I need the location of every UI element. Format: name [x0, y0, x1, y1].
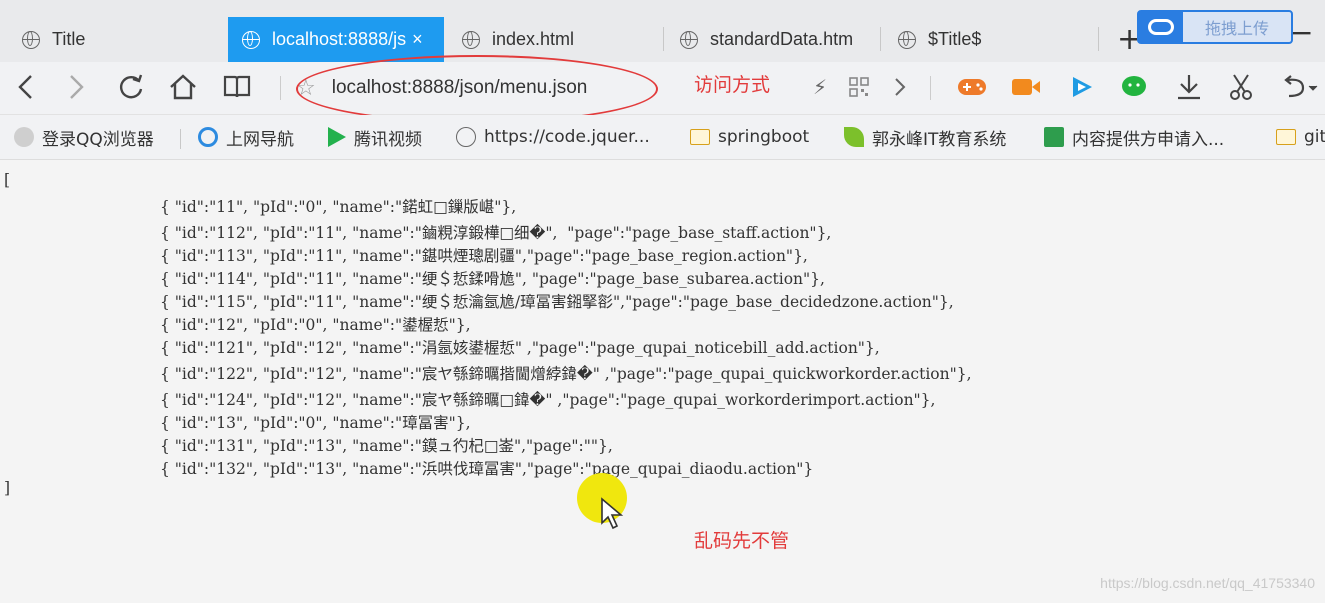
globe-icon: [242, 30, 260, 49]
bookmark-label: https://code.jquer...: [484, 127, 650, 147]
json-line: { "id":"121", "pId":"12", "name":"涓氬姟鍙楃悊…: [160, 339, 880, 357]
minimize-button[interactable]: −: [1290, 16, 1313, 49]
toolbar-divider: [930, 76, 931, 100]
tab-divider: [880, 27, 881, 51]
home-icon[interactable]: [166, 72, 200, 102]
garbled-note-annotation: 乱码先不管: [694, 530, 790, 552]
upload-label: 拖拽上传: [1204, 19, 1269, 38]
leaf-icon: [844, 127, 864, 147]
folder-icon: [690, 129, 710, 145]
book-icon: [1044, 127, 1064, 147]
refresh-icon[interactable]: [114, 72, 148, 102]
bookmark-label: 登录QQ浏览器: [42, 129, 154, 150]
access-method-annotation: 访问方式: [694, 74, 771, 96]
tencent-video-icon: [328, 127, 346, 147]
close-icon[interactable]: ×: [412, 29, 423, 50]
json-close-bracket: ]: [4, 479, 11, 497]
bookmark-label: 上网导航: [226, 129, 294, 150]
json-line: { "id":"122", "pId":"12", "name":"宸ヤ綔鍗曞揩…: [160, 365, 972, 383]
json-open-bracket: [: [4, 171, 11, 189]
globe-icon: [22, 30, 40, 49]
mouse-pointer-icon: [601, 497, 624, 530]
globe-icon: [456, 127, 476, 147]
back-icon[interactable]: [10, 72, 40, 102]
tab-label: localhost:8888/js: [272, 29, 407, 49]
bookmarks-bar: 登录QQ浏览器 上网导航 腾讯视频 https://code.jquer... …: [0, 115, 1325, 160]
json-line: { "id":"115", "pId":"11", "name":"绠＄悊瀹氬尯…: [160, 293, 954, 311]
json-line: { "id":"131", "pId":"13", "name":"鏌ュ彴杞□崟…: [160, 437, 613, 455]
tab-localhost[interactable]: localhost:8888/js ×: [228, 17, 444, 62]
qq-avatar-icon: [14, 127, 34, 147]
qr-code-icon[interactable]: [848, 72, 870, 102]
cloud-icon: [1139, 12, 1183, 42]
tab-standard-data[interactable]: standardData.htm: [680, 17, 860, 62]
chevron-right-icon[interactable]: [892, 72, 908, 102]
tab-label: index.html: [492, 29, 575, 49]
ie-icon: [198, 127, 218, 147]
json-line: { "id":"11", "pId":"0", "name":"鍩虹□鏁版嵁"}…: [160, 198, 517, 216]
bookmark-git[interactable]: git: [1276, 124, 1325, 150]
bookmark-divider: [180, 129, 181, 149]
json-line: { "id":"112", "pId":"11", "name":"鏀粯淳鍛樺□…: [160, 224, 832, 242]
tab-divider: [663, 27, 664, 51]
json-line: { "id":"124", "pId":"12", "name":"宸ヤ綔鍗曞□…: [160, 391, 936, 409]
tab-strip: Title localhost:8888/js × index.html sta…: [0, 0, 1325, 62]
bookmark-tencent-video[interactable]: 腾讯视频: [328, 124, 422, 150]
forward-icon[interactable]: [62, 72, 92, 102]
json-line: { "id":"132", "pId":"13", "name":"浜哄伐璋冨害…: [160, 460, 814, 478]
scissors-icon[interactable]: [1226, 72, 1256, 102]
bookmark-label: 内容提供方申请入...: [1072, 129, 1225, 150]
globe-icon: [462, 30, 480, 49]
bookmark-label: 腾讯视频: [354, 129, 422, 150]
reading-mode-icon[interactable]: [220, 72, 254, 102]
bookmark-jquery[interactable]: https://code.jquer...: [456, 124, 650, 150]
json-line: { "id":"113", "pId":"11", "name":"鍖哄煙璁剧疆…: [160, 247, 808, 265]
bookmark-nav[interactable]: 上网导航: [198, 124, 294, 150]
bookmark-springboot[interactable]: springboot: [690, 124, 809, 150]
tab-label: $Title$: [928, 29, 982, 49]
tencent-video-icon[interactable]: [1068, 72, 1096, 102]
folder-icon: [1276, 129, 1296, 145]
bookmark-label: git: [1304, 127, 1325, 147]
bookmark-qq-login[interactable]: 登录QQ浏览器: [14, 124, 154, 150]
url-highlight-ellipse: [296, 55, 658, 123]
tab-title[interactable]: Title: [22, 17, 222, 62]
lightning-icon[interactable]: ⚡: [810, 72, 830, 102]
globe-icon: [680, 30, 698, 49]
json-line: { "id":"12", "pId":"0", "name":"鍙楃悊"},: [160, 316, 471, 334]
bookmark-label: springboot: [718, 127, 810, 147]
tab-title-placeholder[interactable]: $Title$: [898, 17, 1078, 62]
tab-label: Title: [52, 29, 86, 49]
bookmark-edu-system[interactable]: 郭永峰IT教育系统: [844, 124, 1006, 150]
bookmark-content-provider[interactable]: 内容提供方申请入...: [1044, 124, 1224, 150]
json-line: { "id":"13", "pId":"0", "name":"璋冨害"},: [160, 414, 471, 432]
tab-label: standardData.htm: [710, 29, 854, 49]
watermark: https://blog.csdn.net/qq_41753340: [1100, 575, 1315, 591]
json-line: { "id":"114", "pId":"11", "name":"绠＄悊鍒嗗尯…: [160, 270, 825, 288]
gamepad-icon[interactable]: [956, 72, 988, 102]
navigation-toolbar: ☆ localhost:8888/json/menu.json ⚡: [0, 62, 1325, 115]
globe-icon: [898, 30, 916, 49]
video-camera-icon[interactable]: [1010, 72, 1042, 102]
undo-icon[interactable]: [1278, 72, 1320, 102]
drag-upload-button[interactable]: 拖拽上传: [1137, 10, 1293, 44]
download-icon[interactable]: [1174, 72, 1204, 102]
bookmark-label: 郭永峰IT教育系统: [872, 129, 1007, 150]
wechat-icon[interactable]: [1120, 72, 1148, 102]
tab-divider: [1098, 27, 1099, 51]
toolbar-divider: [280, 76, 281, 100]
